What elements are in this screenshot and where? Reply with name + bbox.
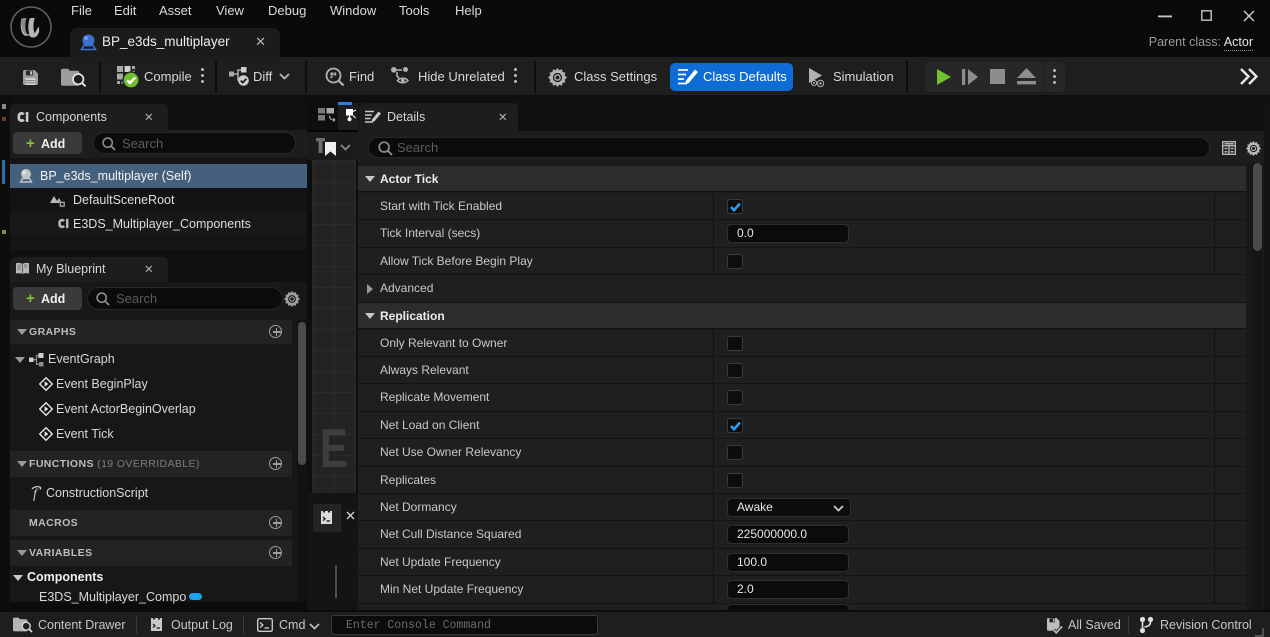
svg-text:f: f: [33, 487, 39, 501]
